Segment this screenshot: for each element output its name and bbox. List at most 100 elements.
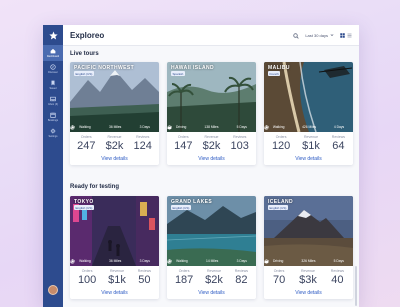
distance-stat: 326 Miles [264,259,316,264]
distance-stat: 14 Miles [167,259,218,264]
metric-label: Revenue [204,135,219,139]
metric-value: $1k [108,274,126,286]
logo-icon[interactable] [43,25,63,45]
revenue-metric: Revenue $2k [203,135,221,152]
sidebar-item-dashboard[interactable]: Dashboard [43,45,63,61]
live-tours-grid: PACIFIC NORTHWEST English (US) Walking 3… [70,62,353,165]
clock-icon [264,259,269,264]
mode-label: Walking [79,259,91,263]
date-range-select[interactable]: Last 30 days [305,33,334,38]
tour-card: MALIBU French Walking 426 Miles 4 Days O… [264,62,353,165]
tour-photo: PACIFIC NORTHWEST English (US) Walking 3… [70,62,159,132]
sidebar-item-settings[interactable]: Settings [43,125,63,141]
view-details-link[interactable]: View details [70,290,159,299]
tour-photo: MALIBU French Walking 426 Miles 4 Days [264,62,353,132]
metric-value: $3k [299,274,317,286]
tour-metrics: Orders 70 Revenue $3k Reviews 40 [264,266,353,286]
duration-stat: 5 Days [167,125,247,130]
distance-label: 138 Miles [204,125,219,129]
tour-card: ICELAND English (US) Driving 326 Miles 5… [264,196,353,299]
mode-stat: Driving [167,125,187,129]
tour-stats: Driving 326 Miles 5 Days [264,259,353,264]
sidebar-item-saved[interactable]: Saved [43,77,63,93]
metric-label: Reviews [136,135,150,139]
metric-label: Revenue [107,135,122,139]
ready-for-testing-grid: TOKYO English (US) Walking 36 Miles 3 Da… [70,196,353,299]
main-content: Live tours PACIFIC NORTHWEST English (US… [63,46,359,307]
reviews-metric: Reviews 103 [231,135,249,152]
clock-icon [167,125,172,130]
grid-view-icon[interactable] [340,32,345,38]
view-details-link[interactable]: View details [264,290,353,299]
distance-stat: 36 Miles [70,259,121,264]
avatar[interactable] [48,285,58,295]
list-view-icon[interactable] [347,33,352,38]
distance-stat: 426 Miles [264,125,317,130]
tour-stats: Walking 14 Miles 3 Days [167,259,256,264]
clock-icon [70,125,75,130]
duration-label: 5 Days [236,125,247,129]
scrollbar[interactable] [355,266,357,306]
view-details-link[interactable]: View details [167,156,256,165]
search-icon[interactable] [293,26,300,44]
inbox-icon [50,96,56,102]
clock-icon [167,259,172,264]
metric-value: 124 [133,140,152,152]
metric-label: Orders [80,135,92,139]
metric-value: 100 [77,274,97,286]
distance-label: 426 Miles [302,125,317,129]
revenue-metric: Revenue $2k [106,135,124,152]
metric-value: 120 [271,140,291,152]
chevron-down-icon [330,34,334,37]
language-tag: English (US) [171,205,191,210]
tour-stats: Driving 138 Miles 5 Days [167,125,256,130]
metric-label: Orders [275,135,287,139]
app-window: Dashboard Discover Saved Inbox (3) Booki… [43,25,359,307]
compass-icon [50,64,56,70]
duration-stat: 4 Days [264,125,345,130]
sidebar: Dashboard Discover Saved Inbox (3) Booki… [43,25,63,307]
revenue-metric: Revenue $1k [108,269,126,286]
dashboard-icon [50,48,56,54]
mode-stat: Walking [265,125,284,130]
metric-label: Orders [177,135,189,139]
view-details-link[interactable]: View details [167,290,256,299]
sidebar-item-label: Bookings [47,119,59,122]
reviews-metric: Reviews 64 [332,135,345,152]
metric-value: 82 [235,274,248,286]
tour-stats: Walking 36 Miles 3 Days [70,125,159,130]
view-details-link[interactable]: View details [70,156,159,165]
reviews-metric: Reviews 124 [134,135,152,152]
metric-value: 50 [138,274,151,286]
orders-metric: Orders 147 [174,135,192,152]
duration-label: 3 Days [139,125,150,129]
sidebar-item-inbox[interactable]: Inbox (3) [43,93,63,109]
sidebar-item-label: Dashboard [46,55,60,58]
sidebar-item-bookings[interactable]: Bookings [43,109,63,125]
tour-card: HAWAII ISLAND Spanish Driving 138 Miles [167,62,256,165]
mode-label: Driving [176,125,187,129]
bookmark-icon [51,80,55,86]
tour-card: TOKYO English (US) Walking 36 Miles 3 Da… [70,196,159,299]
language-tag: English (US) [74,71,94,76]
tour-photo: GRAND LAKES English (US) Walking 14 Mile… [167,196,256,266]
sidebar-item-label: Settings [48,135,58,138]
mode-label: Walking [79,125,91,129]
duration-label: 4 Days [333,125,345,129]
metric-label: Orders [273,269,285,273]
tour-card: GRAND LAKES English (US) Walking 14 Mile… [167,196,256,299]
tour-metrics: Orders 100 Revenue $1k Reviews 50 [70,266,159,286]
metric-value: 187 [174,274,194,286]
metric-value: 247 [77,140,96,152]
sidebar-item-discover[interactable]: Discover [43,61,63,77]
duration-stat: 3 Days [167,259,247,264]
gear-icon [50,128,56,134]
orders-metric: Orders 187 [175,269,193,286]
orders-metric: Orders 247 [77,135,95,152]
view-details-link[interactable]: View details [264,156,353,165]
tour-stats: Walking 36 Miles 3 Days [70,259,159,264]
orders-metric: Orders 70 [273,269,285,286]
duration-label: 3 Days [236,259,247,263]
duration-stat: 5 Days [264,259,344,264]
duration-label: 5 Days [333,259,344,263]
